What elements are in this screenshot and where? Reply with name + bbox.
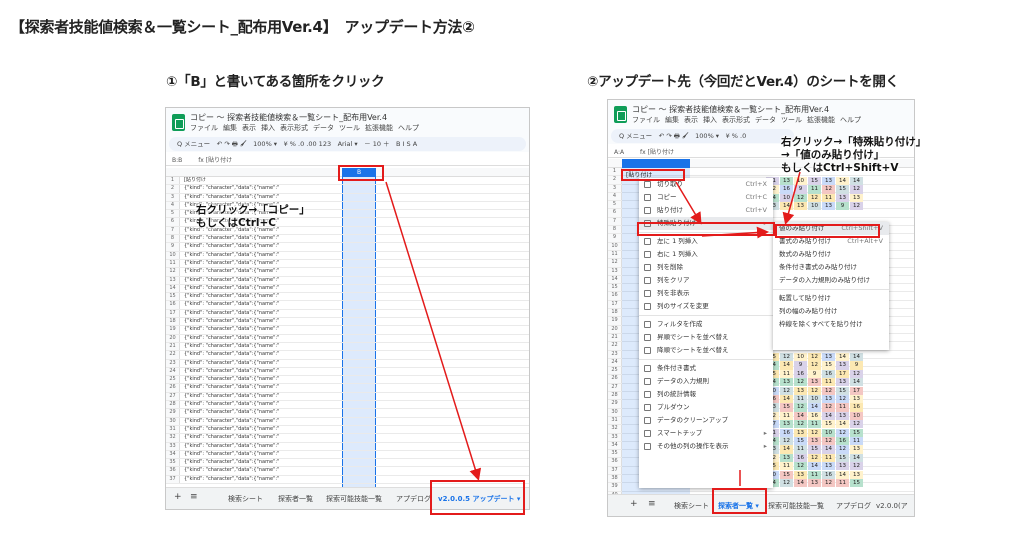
arrow-to-paste-values [782,171,801,225]
arrow-overlay [385,171,801,486]
arrow-to-paste-special [675,181,702,225]
arrow-to-submenu [701,226,769,239]
arrow-to-update-tab [385,181,482,481]
